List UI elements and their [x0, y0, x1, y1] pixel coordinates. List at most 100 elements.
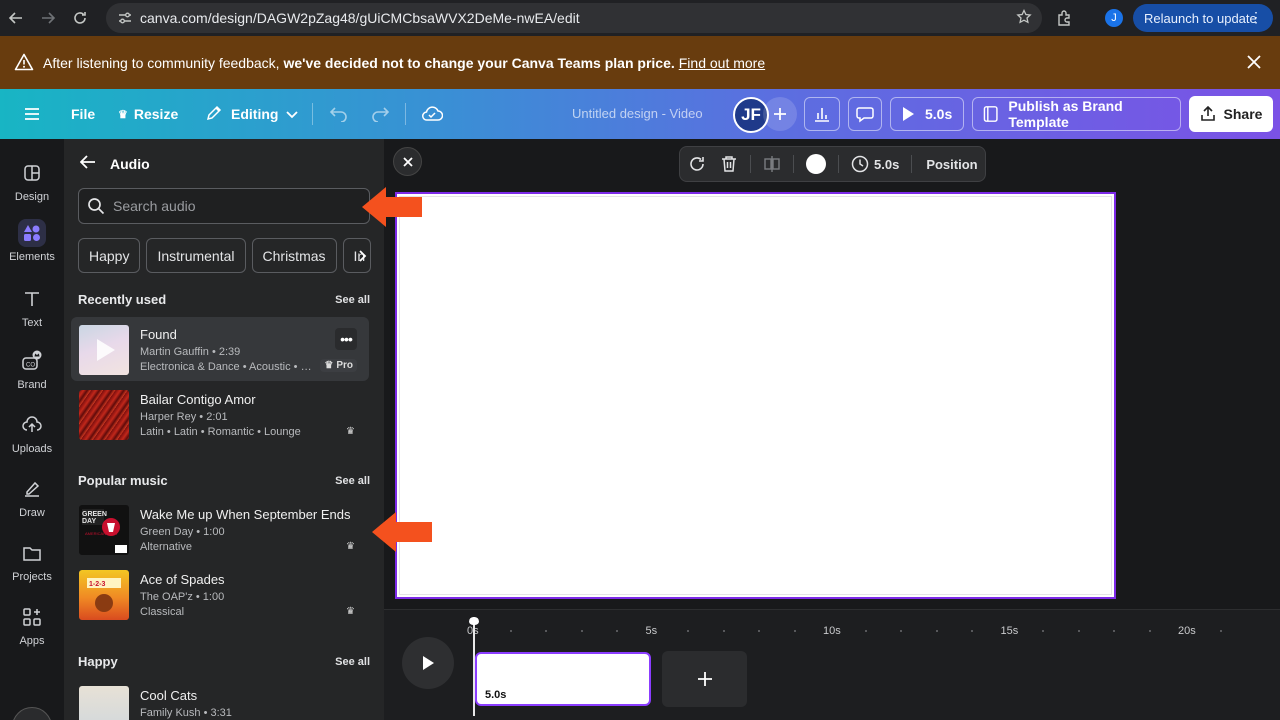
file-menu[interactable]: File	[71, 89, 95, 139]
bookmark-star-icon[interactable]	[1016, 8, 1032, 30]
notice-banner: After listening to community feedback, w…	[0, 36, 1280, 89]
tick-label: 5s	[645, 625, 658, 637]
chip-instrumental[interactable]: Instrumental	[146, 238, 246, 273]
track-title: Bailar Contigo Amor	[140, 392, 256, 407]
close-icon[interactable]	[1246, 54, 1262, 73]
playhead-handle[interactable]	[469, 617, 479, 625]
cloud-saved-icon[interactable]	[421, 89, 443, 139]
split-icon[interactable]	[763, 155, 781, 173]
rail-label: Draw	[19, 507, 45, 519]
rail-item-text[interactable]: Text	[0, 285, 64, 329]
share-button[interactable]: Share	[1189, 96, 1273, 132]
undo-icon[interactable]	[329, 89, 349, 139]
search-input[interactable]	[113, 198, 353, 214]
rail-item-projects[interactable]: Projects	[0, 539, 64, 583]
rail-item-design[interactable]: Design	[0, 159, 64, 203]
blank-page-surface[interactable]	[399, 196, 1112, 595]
playhead[interactable]	[473, 622, 475, 716]
section-recently-used: Recently used See all	[78, 292, 370, 307]
tick-dot	[509, 630, 512, 632]
tick-dot	[1113, 630, 1115, 632]
share-label: Share	[1223, 106, 1263, 122]
search-audio-field[interactable]	[78, 188, 370, 224]
address-bar[interactable]: canva.com/design/DAGW2pZag48/gUiCMCbsaWV…	[106, 3, 1042, 33]
share-icon	[1200, 106, 1215, 121]
tick-dot	[545, 630, 547, 632]
play-icon	[903, 107, 914, 121]
tick-dot	[1077, 630, 1080, 632]
hamburger-menu-icon[interactable]	[24, 89, 40, 139]
design-title[interactable]: Untitled design - Video	[572, 106, 703, 121]
publish-label: Publish as Brand Template	[1008, 98, 1123, 130]
close-icon[interactable]	[393, 147, 422, 176]
timeline-play-button[interactable]	[402, 637, 454, 689]
banner-text: After listening to community feedback, w…	[43, 55, 766, 71]
profile-avatar[interactable]: J	[1105, 9, 1123, 27]
browser-bar: canva.com/design/DAGW2pZag48/gUiCMCbsaWV…	[0, 0, 1280, 36]
rail-item-uploads[interactable]: Uploads	[0, 411, 64, 455]
tick-dot	[1148, 630, 1151, 632]
duration-label: 5.0s	[874, 156, 900, 172]
pro-badge: ♛ Pro	[320, 359, 357, 372]
track-item[interactable]: Bailar Contigo Amor Harper Rey • 2:01 La…	[71, 382, 369, 446]
site-settings-icon[interactable]	[110, 10, 140, 26]
editing-mode-button[interactable]: Editing	[205, 89, 299, 139]
see-all-link[interactable]: See all	[335, 656, 370, 668]
replace-icon[interactable]	[688, 154, 708, 174]
elements-icon	[18, 219, 46, 247]
duration-control[interactable]: 5.0s	[851, 155, 899, 173]
text-icon	[18, 285, 46, 313]
resize-button[interactable]: ♛ Resize	[118, 89, 178, 139]
position-button[interactable]: Position	[926, 157, 977, 172]
relaunch-button[interactable]: Relaunch to update ⋮	[1133, 4, 1273, 32]
find-out-more-link[interactable]: Find out more	[679, 55, 765, 71]
forward-icon[interactable]	[32, 0, 64, 36]
section-popular-music: Popular music See all	[78, 473, 370, 488]
track-meta: Harper Rey • 2:01	[140, 411, 228, 423]
chip-christmas[interactable]: Christmas	[251, 238, 337, 273]
back-icon[interactable]	[0, 0, 32, 36]
play-preview-button[interactable]: 5.0s	[890, 97, 964, 131]
publish-brand-template-button[interactable]: Publish as Brand Template	[972, 97, 1181, 131]
tick-dot	[1219, 630, 1222, 632]
back-arrow-icon[interactable]	[79, 155, 96, 172]
comment-button[interactable]	[848, 97, 882, 131]
filter-chips: Happy Instrumental Christmas In	[78, 238, 371, 273]
track-item[interactable]: GREEN DAY AMERICAN IDIOT Wake Me up When S…	[71, 497, 369, 561]
tick-dot	[793, 630, 796, 632]
menu-dots-icon[interactable]: ⋮	[1249, 9, 1263, 26]
trash-icon[interactable]	[720, 155, 738, 173]
track-item[interactable]: Cool Cats Family Kush • 3:31	[71, 678, 369, 720]
crown-icon: ♛	[346, 606, 355, 617]
color-swatch[interactable]	[806, 154, 826, 174]
track-title: Cool Cats	[140, 688, 198, 703]
add-collaborator-button[interactable]	[763, 97, 797, 131]
track-tags: Latin • Latin • Romantic • Lounge	[140, 426, 301, 438]
magic-button[interactable]	[12, 707, 52, 720]
track-item[interactable]: 1-2-3 Ace of Spades The OAP'z • 1:00 Cla…	[71, 562, 369, 626]
comment-icon	[856, 107, 874, 123]
chevron-right-icon[interactable]	[354, 238, 372, 273]
extensions-icon[interactable]	[1056, 9, 1074, 32]
resize-label: Resize	[133, 106, 179, 122]
annotation-arrow	[372, 512, 432, 552]
redo-icon[interactable]	[370, 89, 390, 139]
analytics-button[interactable]	[804, 97, 840, 131]
rail-item-draw[interactable]: Draw	[0, 475, 64, 519]
section-title: Popular music	[78, 473, 168, 488]
more-options-icon[interactable]: •••	[335, 328, 357, 350]
tick-label: 20s	[1178, 625, 1196, 637]
see-all-link[interactable]: See all	[335, 294, 370, 306]
see-all-link[interactable]: See all	[335, 475, 370, 487]
design-page[interactable]	[395, 192, 1116, 599]
timeline-clip[interactable]: 5.0s	[475, 652, 651, 706]
rail-item-elements[interactable]: Elements	[0, 219, 64, 263]
track-item[interactable]: Found Martin Gauffin • 2:39 Electronica …	[71, 317, 369, 381]
add-page-button[interactable]	[662, 651, 747, 707]
track-tags: Alternative	[140, 541, 192, 553]
rail-item-apps[interactable]: Apps	[0, 603, 64, 647]
rail-item-brand[interactable]: CO Brand	[0, 347, 64, 391]
chip-happy[interactable]: Happy	[78, 238, 141, 273]
svg-text:1-2-3: 1-2-3	[89, 581, 105, 588]
reload-icon[interactable]	[64, 0, 96, 36]
